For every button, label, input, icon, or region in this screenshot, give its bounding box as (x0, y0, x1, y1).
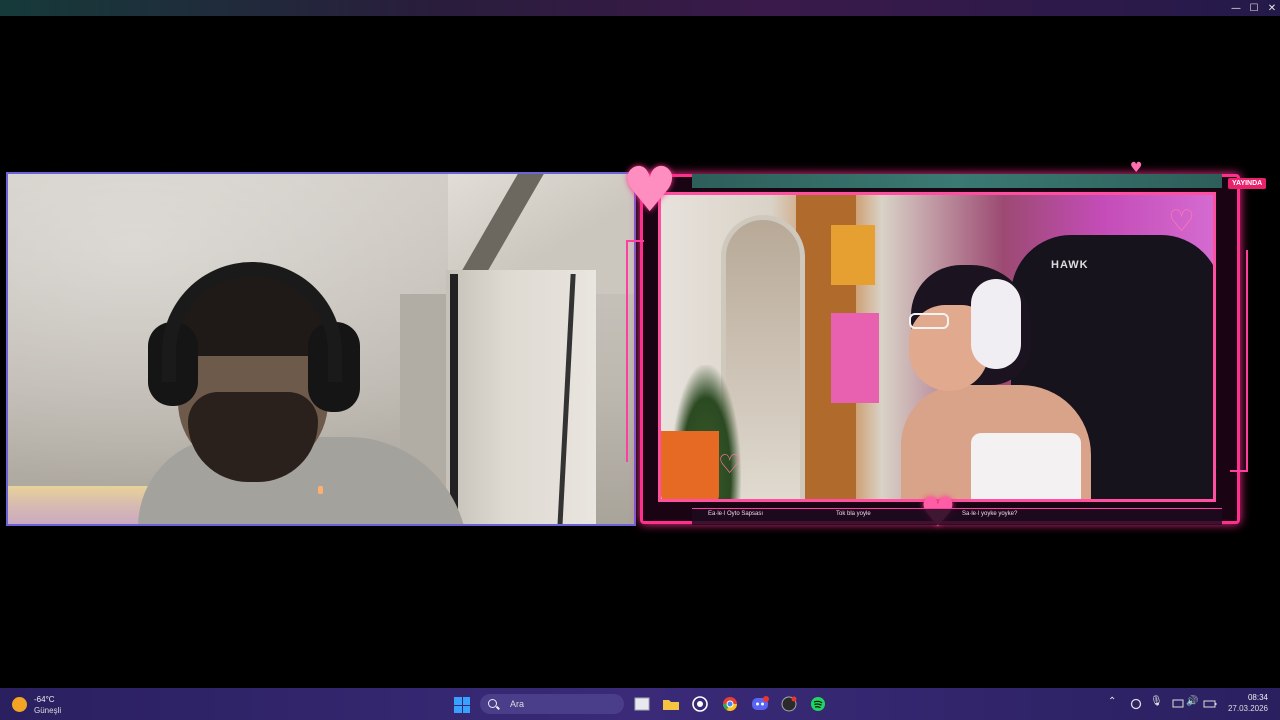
windows-logo-icon (454, 705, 462, 713)
clock-time: 08:34 (1247, 693, 1268, 702)
app-icon[interactable] (779, 694, 799, 714)
clock-date: 27.03.2026 (1227, 704, 1268, 713)
headphone-band (162, 262, 342, 382)
heart-outline-icon: ♡ (718, 450, 742, 480)
heart-outline-icon: ♡ (1168, 204, 1195, 239)
microphone-icon[interactable]: 🎙 (1150, 696, 1163, 707)
person-with-headphones (138, 262, 468, 524)
search-icon (488, 699, 497, 708)
network-icon[interactable] (1168, 694, 1188, 714)
sun-icon (12, 697, 27, 712)
weather-temp: -64°C (34, 695, 55, 704)
blanket (8, 486, 148, 524)
window-title-bar: — ☐ ✕ (0, 0, 1280, 16)
taskbar-search[interactable]: Ara (480, 694, 624, 714)
stream-overlay: HAWK ♥ ♥ ♡ ♡ ♥ YAYINDA Ea·le·l Oyto Saps… (622, 153, 1267, 536)
chat-ticker: Ea·le·l Oyto Sapsası Tok bla yoyle Sa·le… (692, 508, 1222, 525)
maximize-button[interactable]: ☐ (1244, 0, 1264, 16)
streamer-camera: HAWK (658, 192, 1216, 502)
windows-logo-icon (462, 705, 470, 713)
volume-icon[interactable]: 🔊 (1186, 696, 1198, 707)
tray-chevron-icon[interactable]: ⌃ (1108, 696, 1116, 707)
poster (831, 225, 875, 285)
close-button[interactable]: ✕ (1262, 0, 1280, 16)
whatsapp-icon[interactable] (690, 694, 710, 714)
chat-message: Sa·le·l yoyke yoyke? (962, 511, 1018, 517)
taskbar: -64°C Güneşli Ara ⌃ 🎙 🔊 08:34 27.03.2026 (0, 688, 1280, 720)
weather-widget[interactable]: -64°C Güneşli (12, 693, 92, 717)
glasses (909, 313, 949, 329)
mic-light (318, 486, 323, 494)
overlay-top-bar (692, 174, 1222, 188)
windows-logo-icon (454, 697, 462, 705)
minimize-button[interactable]: — (1226, 0, 1246, 16)
file-explorer-icon[interactable] (632, 694, 652, 714)
battery-icon[interactable] (1200, 694, 1220, 714)
circuit-decoration-right (1230, 250, 1248, 472)
white-headphones (971, 279, 1021, 369)
heart-icon: ♥ (1130, 160, 1143, 176)
live-badge: YAYINDA (1228, 178, 1267, 189)
circuit-decoration-left (626, 240, 644, 462)
spotify-icon[interactable] (808, 694, 828, 714)
chat-message: Tok bla yoyle (836, 511, 871, 517)
sync-icon[interactable] (1126, 694, 1146, 714)
left-webcam-feed (6, 172, 636, 526)
plant-pot (661, 431, 719, 499)
search-placeholder: Ara (510, 699, 525, 709)
folder-icon[interactable] (661, 694, 681, 714)
streamer (901, 265, 1091, 499)
chrome-icon[interactable] (720, 694, 740, 714)
pixel-heart-icon: ♥ (622, 153, 678, 226)
streamer-top (971, 433, 1081, 499)
chat-message: Ea·le·l Oyto Sapsası (708, 511, 764, 517)
weather-condition: Güneşli (34, 706, 62, 715)
discord-icon[interactable] (750, 694, 770, 714)
start-button[interactable] (454, 697, 470, 713)
windows-logo-icon (462, 697, 470, 705)
poster (831, 313, 879, 403)
system-clock[interactable]: 08:34 27.03.2026 (1224, 693, 1268, 713)
